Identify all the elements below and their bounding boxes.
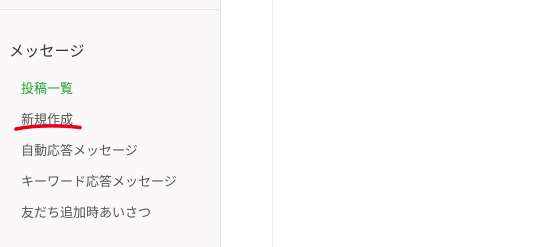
red-underline-annotation xyxy=(14,124,82,131)
sidebar: メッセージ 投稿一覧 新規作成 自動応答メッセージ キーワード応答メッセージ 友… xyxy=(0,0,221,247)
content-divider xyxy=(272,0,273,247)
sidebar-item-friend-greeting[interactable]: 友だち追加時あいさつ xyxy=(21,202,151,221)
section-title-messages: メッセージ xyxy=(9,42,85,60)
sidebar-top-divider xyxy=(0,9,221,10)
app-window: メッセージ 投稿一覧 新規作成 自動応答メッセージ キーワード応答メッセージ 友… xyxy=(0,0,555,247)
sidebar-item-keyword-response[interactable]: キーワード応答メッセージ xyxy=(21,171,177,190)
sidebar-item-post-list[interactable]: 投稿一覧 xyxy=(21,78,73,97)
sidebar-item-auto-response[interactable]: 自動応答メッセージ xyxy=(21,140,138,159)
